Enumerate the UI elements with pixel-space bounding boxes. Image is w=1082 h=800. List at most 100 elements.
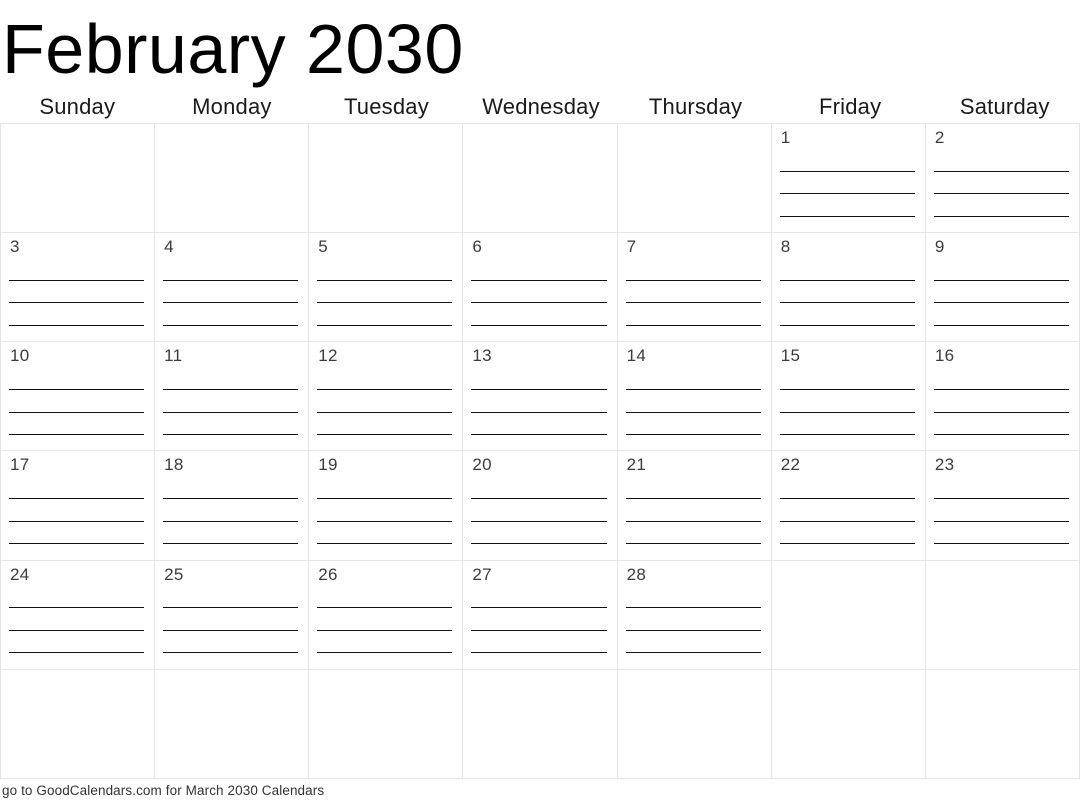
note-line[interactable]: [779, 476, 915, 500]
note-line[interactable]: [625, 476, 761, 500]
note-line[interactable]: [934, 544, 1069, 559]
note-line[interactable]: [9, 608, 145, 631]
day-cell-8[interactable]: 8: [771, 233, 926, 343]
note-line[interactable]: [933, 194, 1069, 217]
note-lines[interactable]: [779, 149, 915, 232]
day-cell-18[interactable]: 18: [155, 451, 310, 561]
note-line[interactable]: [317, 281, 453, 304]
note-line[interactable]: [317, 608, 453, 631]
note-lines[interactable]: [163, 258, 299, 341]
note-line[interactable]: [317, 653, 452, 668]
day-cell-empty[interactable]: [617, 669, 772, 779]
note-lines[interactable]: [9, 476, 145, 559]
note-line[interactable]: [163, 522, 299, 545]
note-line[interactable]: [471, 281, 607, 304]
note-line[interactable]: [625, 499, 761, 522]
note-line[interactable]: [9, 631, 145, 654]
note-lines[interactable]: [625, 258, 761, 341]
note-lines[interactable]: [317, 586, 453, 669]
note-line[interactable]: [317, 544, 452, 559]
note-line[interactable]: [625, 413, 761, 436]
note-lines[interactable]: [163, 476, 299, 559]
day-cell-13[interactable]: 13: [463, 342, 618, 452]
note-line[interactable]: [471, 653, 606, 668]
note-line[interactable]: [933, 367, 1069, 390]
note-line[interactable]: [934, 435, 1069, 450]
note-line[interactable]: [9, 281, 145, 304]
note-line[interactable]: [163, 326, 298, 341]
note-line[interactable]: [471, 303, 607, 326]
note-line[interactable]: [163, 544, 298, 559]
note-lines[interactable]: [625, 586, 761, 669]
note-line[interactable]: [471, 608, 607, 631]
note-line[interactable]: [471, 435, 606, 450]
day-cell-empty[interactable]: [925, 560, 1080, 670]
note-line[interactable]: [779, 172, 915, 195]
note-line[interactable]: [933, 303, 1069, 326]
note-line[interactable]: [934, 326, 1069, 341]
note-line[interactable]: [9, 390, 145, 413]
day-cell-19[interactable]: 19: [309, 451, 464, 561]
note-lines[interactable]: [317, 258, 453, 341]
note-line[interactable]: [625, 281, 761, 304]
note-line[interactable]: [163, 653, 298, 668]
note-line[interactable]: [626, 544, 761, 559]
note-line[interactable]: [779, 258, 915, 281]
note-lines[interactable]: [317, 367, 453, 450]
note-line[interactable]: [779, 367, 915, 390]
note-line[interactable]: [163, 390, 299, 413]
note-line[interactable]: [780, 217, 915, 232]
day-cell-empty[interactable]: [1, 124, 156, 234]
day-cell-empty[interactable]: [771, 560, 926, 670]
day-cell-23[interactable]: 23: [925, 451, 1080, 561]
day-cell-empty[interactable]: [309, 669, 464, 779]
note-lines[interactable]: [933, 476, 1069, 559]
note-line[interactable]: [9, 476, 145, 500]
note-lines[interactable]: [471, 586, 607, 669]
note-line[interactable]: [626, 435, 761, 450]
note-line[interactable]: [471, 586, 607, 609]
note-line[interactable]: [471, 522, 607, 545]
note-lines[interactable]: [625, 476, 761, 559]
day-cell-16[interactable]: 16: [925, 342, 1080, 452]
note-lines[interactable]: [933, 367, 1069, 450]
note-line[interactable]: [626, 653, 761, 668]
day-cell-empty[interactable]: [925, 669, 1080, 779]
day-cell-28[interactable]: 28: [617, 560, 772, 670]
note-line[interactable]: [933, 281, 1069, 304]
note-lines[interactable]: [625, 367, 761, 450]
day-cell-24[interactable]: 24: [1, 560, 156, 670]
note-line[interactable]: [625, 390, 761, 413]
note-line[interactable]: [317, 326, 452, 341]
day-cell-empty[interactable]: [1, 669, 156, 779]
note-line[interactable]: [780, 544, 915, 559]
note-lines[interactable]: [779, 367, 915, 450]
note-line[interactable]: [163, 608, 299, 631]
note-lines[interactable]: [163, 367, 299, 450]
note-line[interactable]: [163, 367, 299, 390]
note-line[interactable]: [625, 258, 761, 281]
day-cell-20[interactable]: 20: [463, 451, 618, 561]
day-cell-3[interactable]: 3: [1, 233, 156, 343]
note-line[interactable]: [780, 435, 915, 450]
note-line[interactable]: [317, 435, 452, 450]
note-line[interactable]: [163, 303, 299, 326]
note-line[interactable]: [9, 326, 144, 341]
note-line[interactable]: [471, 413, 607, 436]
note-line[interactable]: [625, 608, 761, 631]
note-line[interactable]: [780, 326, 915, 341]
note-line[interactable]: [471, 544, 606, 559]
note-line[interactable]: [933, 499, 1069, 522]
note-line[interactable]: [9, 522, 145, 545]
note-lines[interactable]: [933, 258, 1069, 341]
day-cell-27[interactable]: 27: [463, 560, 618, 670]
note-lines[interactable]: [9, 367, 145, 450]
note-line[interactable]: [9, 258, 145, 281]
note-line[interactable]: [471, 390, 607, 413]
note-lines[interactable]: [471, 476, 607, 559]
day-cell-6[interactable]: 6: [463, 233, 618, 343]
note-line[interactable]: [317, 390, 453, 413]
note-line[interactable]: [163, 258, 299, 281]
note-line[interactable]: [779, 413, 915, 436]
note-lines[interactable]: [9, 258, 145, 341]
